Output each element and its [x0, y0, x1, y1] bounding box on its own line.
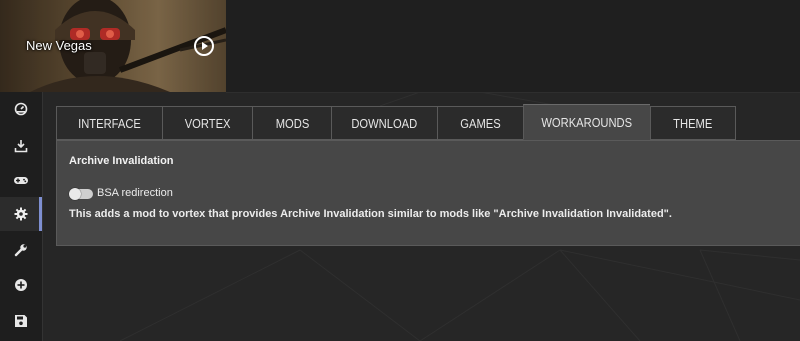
- vortex-window: New Vegas INTERFACE VORTEX MODS DOWNLOAD…: [0, 0, 800, 341]
- add-circle-icon: [15, 279, 27, 291]
- dashboard-icon: [14, 102, 28, 116]
- sidebar-item-tools[interactable]: [0, 233, 42, 267]
- sidebar-item-save[interactable]: [0, 304, 42, 338]
- sidebar-item-games[interactable]: [0, 163, 42, 197]
- toggle-label: BSA redirection: [97, 187, 173, 199]
- tab-label: DOWNLOAD: [351, 115, 418, 131]
- wrench-icon: [14, 244, 27, 257]
- play-circle-icon[interactable]: [194, 36, 214, 56]
- sidebar-item-dashboard[interactable]: [0, 92, 42, 126]
- tab-interface[interactable]: INTERFACE: [56, 106, 162, 140]
- sidebar-item-add[interactable]: [0, 268, 42, 302]
- sidebar-item-downloads[interactable]: [0, 129, 42, 163]
- game-banner[interactable]: New Vegas: [0, 0, 226, 92]
- tab-label: WORKAROUNDS: [541, 114, 633, 130]
- tab-label: VORTEX: [184, 115, 231, 131]
- tab-theme[interactable]: THEME: [650, 106, 736, 140]
- gamepad-icon: [14, 177, 28, 184]
- bsa-redirection-toggle[interactable]: [69, 188, 93, 200]
- game-title: New Vegas: [26, 38, 92, 53]
- tab-label: MODS: [275, 115, 309, 131]
- tab-label: GAMES: [460, 115, 501, 131]
- settings-tabs: INTERFACE VORTEX MODS DOWNLOAD GAMES WOR…: [56, 104, 736, 141]
- section-title: Archive Invalidation: [69, 155, 174, 167]
- gear-icon: [14, 207, 28, 221]
- top-bar: [226, 0, 800, 93]
- sidebar-item-settings[interactable]: [0, 197, 42, 231]
- save-icon: [15, 315, 27, 327]
- setting-description: This adds a mod to vortex that provides …: [69, 208, 672, 220]
- workarounds-panel: Archive Invalidation BSA redirection Thi…: [56, 140, 800, 246]
- download-icon: [14, 140, 28, 153]
- tab-label: INTERFACE: [78, 115, 141, 131]
- tab-games[interactable]: GAMES: [437, 106, 523, 140]
- toggle-knob: [69, 188, 81, 200]
- tab-label: THEME: [673, 115, 713, 131]
- tab-mods[interactable]: MODS: [252, 106, 331, 140]
- tab-workarounds[interactable]: WORKAROUNDS: [523, 104, 650, 140]
- tab-download[interactable]: DOWNLOAD: [331, 106, 437, 140]
- sidebar: [0, 92, 43, 341]
- tab-vortex[interactable]: VORTEX: [162, 106, 252, 140]
